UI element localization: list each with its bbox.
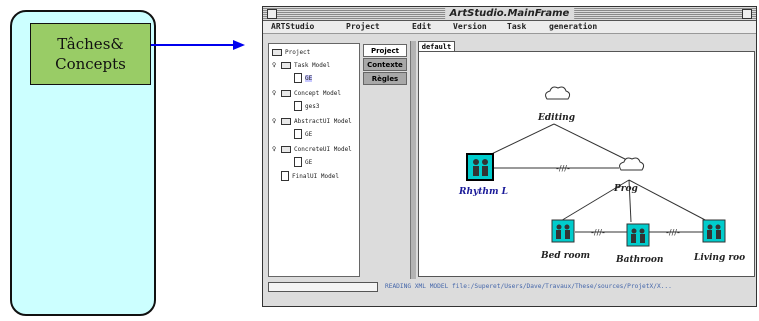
folder-icon bbox=[272, 49, 282, 56]
document-icon bbox=[294, 73, 302, 83]
task-icon-bathroom[interactable] bbox=[626, 223, 650, 247]
tree-item-ge-task[interactable]: GE bbox=[294, 73, 313, 83]
folder-icon bbox=[281, 90, 291, 97]
status-bar: READING XML MODEL file:/Superet/Users/Da… bbox=[268, 282, 753, 295]
title-bar[interactable]: ArtStudio.MainFrame bbox=[263, 7, 756, 21]
zoom-icon[interactable] bbox=[742, 9, 752, 19]
menu-edit[interactable]: Edit bbox=[412, 21, 431, 33]
status-text: READING XML MODEL file:/Superet/Users/Da… bbox=[385, 283, 672, 290]
task-icon-bedroom[interactable] bbox=[551, 219, 575, 243]
cloud-icon-prog[interactable] bbox=[619, 157, 645, 171]
node-label-prog: Prog bbox=[613, 184, 638, 194]
node-label-living: Living roo bbox=[693, 253, 745, 263]
tree-item-label: GE bbox=[305, 130, 313, 138]
node-label-bedroom: Bed room bbox=[540, 251, 590, 261]
window-title: ArtStudio.MainFrame bbox=[444, 7, 575, 20]
tree-item-label: GE bbox=[305, 158, 313, 166]
node-label-bathroom: Bathroon bbox=[615, 255, 663, 265]
node-label-editing: Editing bbox=[537, 113, 575, 123]
model-canvas: -///- -///- -///- Editing Prog Rhythm L bbox=[418, 51, 755, 277]
edge-editing-prog bbox=[553, 123, 628, 161]
expand-icon[interactable]: ♀ bbox=[272, 89, 276, 97]
menu-artstudio[interactable]: ARTStudio bbox=[271, 21, 314, 33]
tree-item-ges3[interactable]: ges3 bbox=[294, 101, 319, 111]
task-icon-living[interactable] bbox=[702, 219, 726, 243]
tree-item-task-model[interactable]: Task Model bbox=[281, 62, 330, 69]
menu-bar: ARTStudio Project Edit Version Task gene… bbox=[263, 21, 756, 34]
edge-mark-rhythm-prog: -///- bbox=[556, 164, 570, 173]
folder-icon bbox=[281, 146, 291, 153]
project-tree: Project ♀ Task Model GE ♀ Concept Model … bbox=[268, 43, 360, 277]
tree-item-finalui-model[interactable]: FinalUI Model bbox=[281, 171, 339, 181]
menu-task[interactable]: Task bbox=[507, 21, 526, 33]
tree-item-label: Task Model bbox=[294, 62, 331, 69]
tree-item-ge-abstract[interactable]: GE bbox=[294, 129, 312, 139]
document-icon bbox=[294, 129, 302, 139]
expand-icon[interactable]: ♀ bbox=[272, 145, 276, 153]
folder-icon bbox=[281, 118, 291, 125]
task-icon-rhythm[interactable] bbox=[466, 153, 494, 181]
menu-version[interactable]: Version bbox=[453, 21, 487, 33]
tab-contexte[interactable]: Contexte bbox=[363, 58, 407, 71]
progress-bar bbox=[268, 282, 378, 292]
tree-item-label: ConcreteUI Model bbox=[294, 146, 352, 153]
tree-item-label: GE bbox=[305, 74, 313, 82]
tree-item-label: Project bbox=[285, 49, 311, 56]
close-icon[interactable] bbox=[267, 9, 277, 19]
cloud-icon-editing[interactable] bbox=[545, 86, 571, 100]
tree-item-label: FinalUI Model bbox=[292, 172, 339, 180]
menu-project[interactable]: Project bbox=[346, 21, 380, 33]
model-graph: -///- -///- -///- Editing Prog Rhythm L bbox=[458, 86, 745, 265]
document-icon bbox=[294, 157, 302, 167]
tab-project[interactable]: Project bbox=[363, 44, 407, 57]
app-window: ArtStudio.MainFrame ARTStudio Project Ed… bbox=[262, 6, 757, 307]
tree-item-concept-model[interactable]: Concept Model bbox=[281, 90, 341, 97]
edge-mark-bathroom-living: -///- bbox=[666, 228, 680, 237]
tab-regles[interactable]: Règles bbox=[363, 72, 407, 85]
tree-item-project[interactable]: Project bbox=[272, 49, 310, 56]
document-icon bbox=[281, 171, 289, 181]
tree-item-label: Concept Model bbox=[294, 90, 341, 97]
document-icon bbox=[294, 101, 302, 111]
expand-icon[interactable]: ♀ bbox=[272, 117, 276, 125]
tree-item-label: ges3 bbox=[305, 102, 320, 110]
tree-item-label: AbstractUI Model bbox=[294, 118, 352, 125]
folder-icon bbox=[281, 62, 291, 69]
edge-prog-living bbox=[628, 179, 710, 223]
tree-item-concreteui-model[interactable]: ConcreteUI Model bbox=[281, 146, 352, 153]
splitter-handle[interactable] bbox=[410, 41, 416, 279]
tree-item-abstractui-model[interactable]: AbstractUI Model bbox=[281, 118, 352, 125]
expand-icon[interactable]: ♀ bbox=[272, 61, 276, 69]
menu-generation[interactable]: generation bbox=[549, 21, 597, 33]
tree-item-ge-concrete[interactable]: GE bbox=[294, 157, 312, 167]
edge-mark-bedroom-bathroom: -///- bbox=[591, 228, 605, 237]
node-label-rhythm: Rhythm L bbox=[458, 187, 508, 197]
